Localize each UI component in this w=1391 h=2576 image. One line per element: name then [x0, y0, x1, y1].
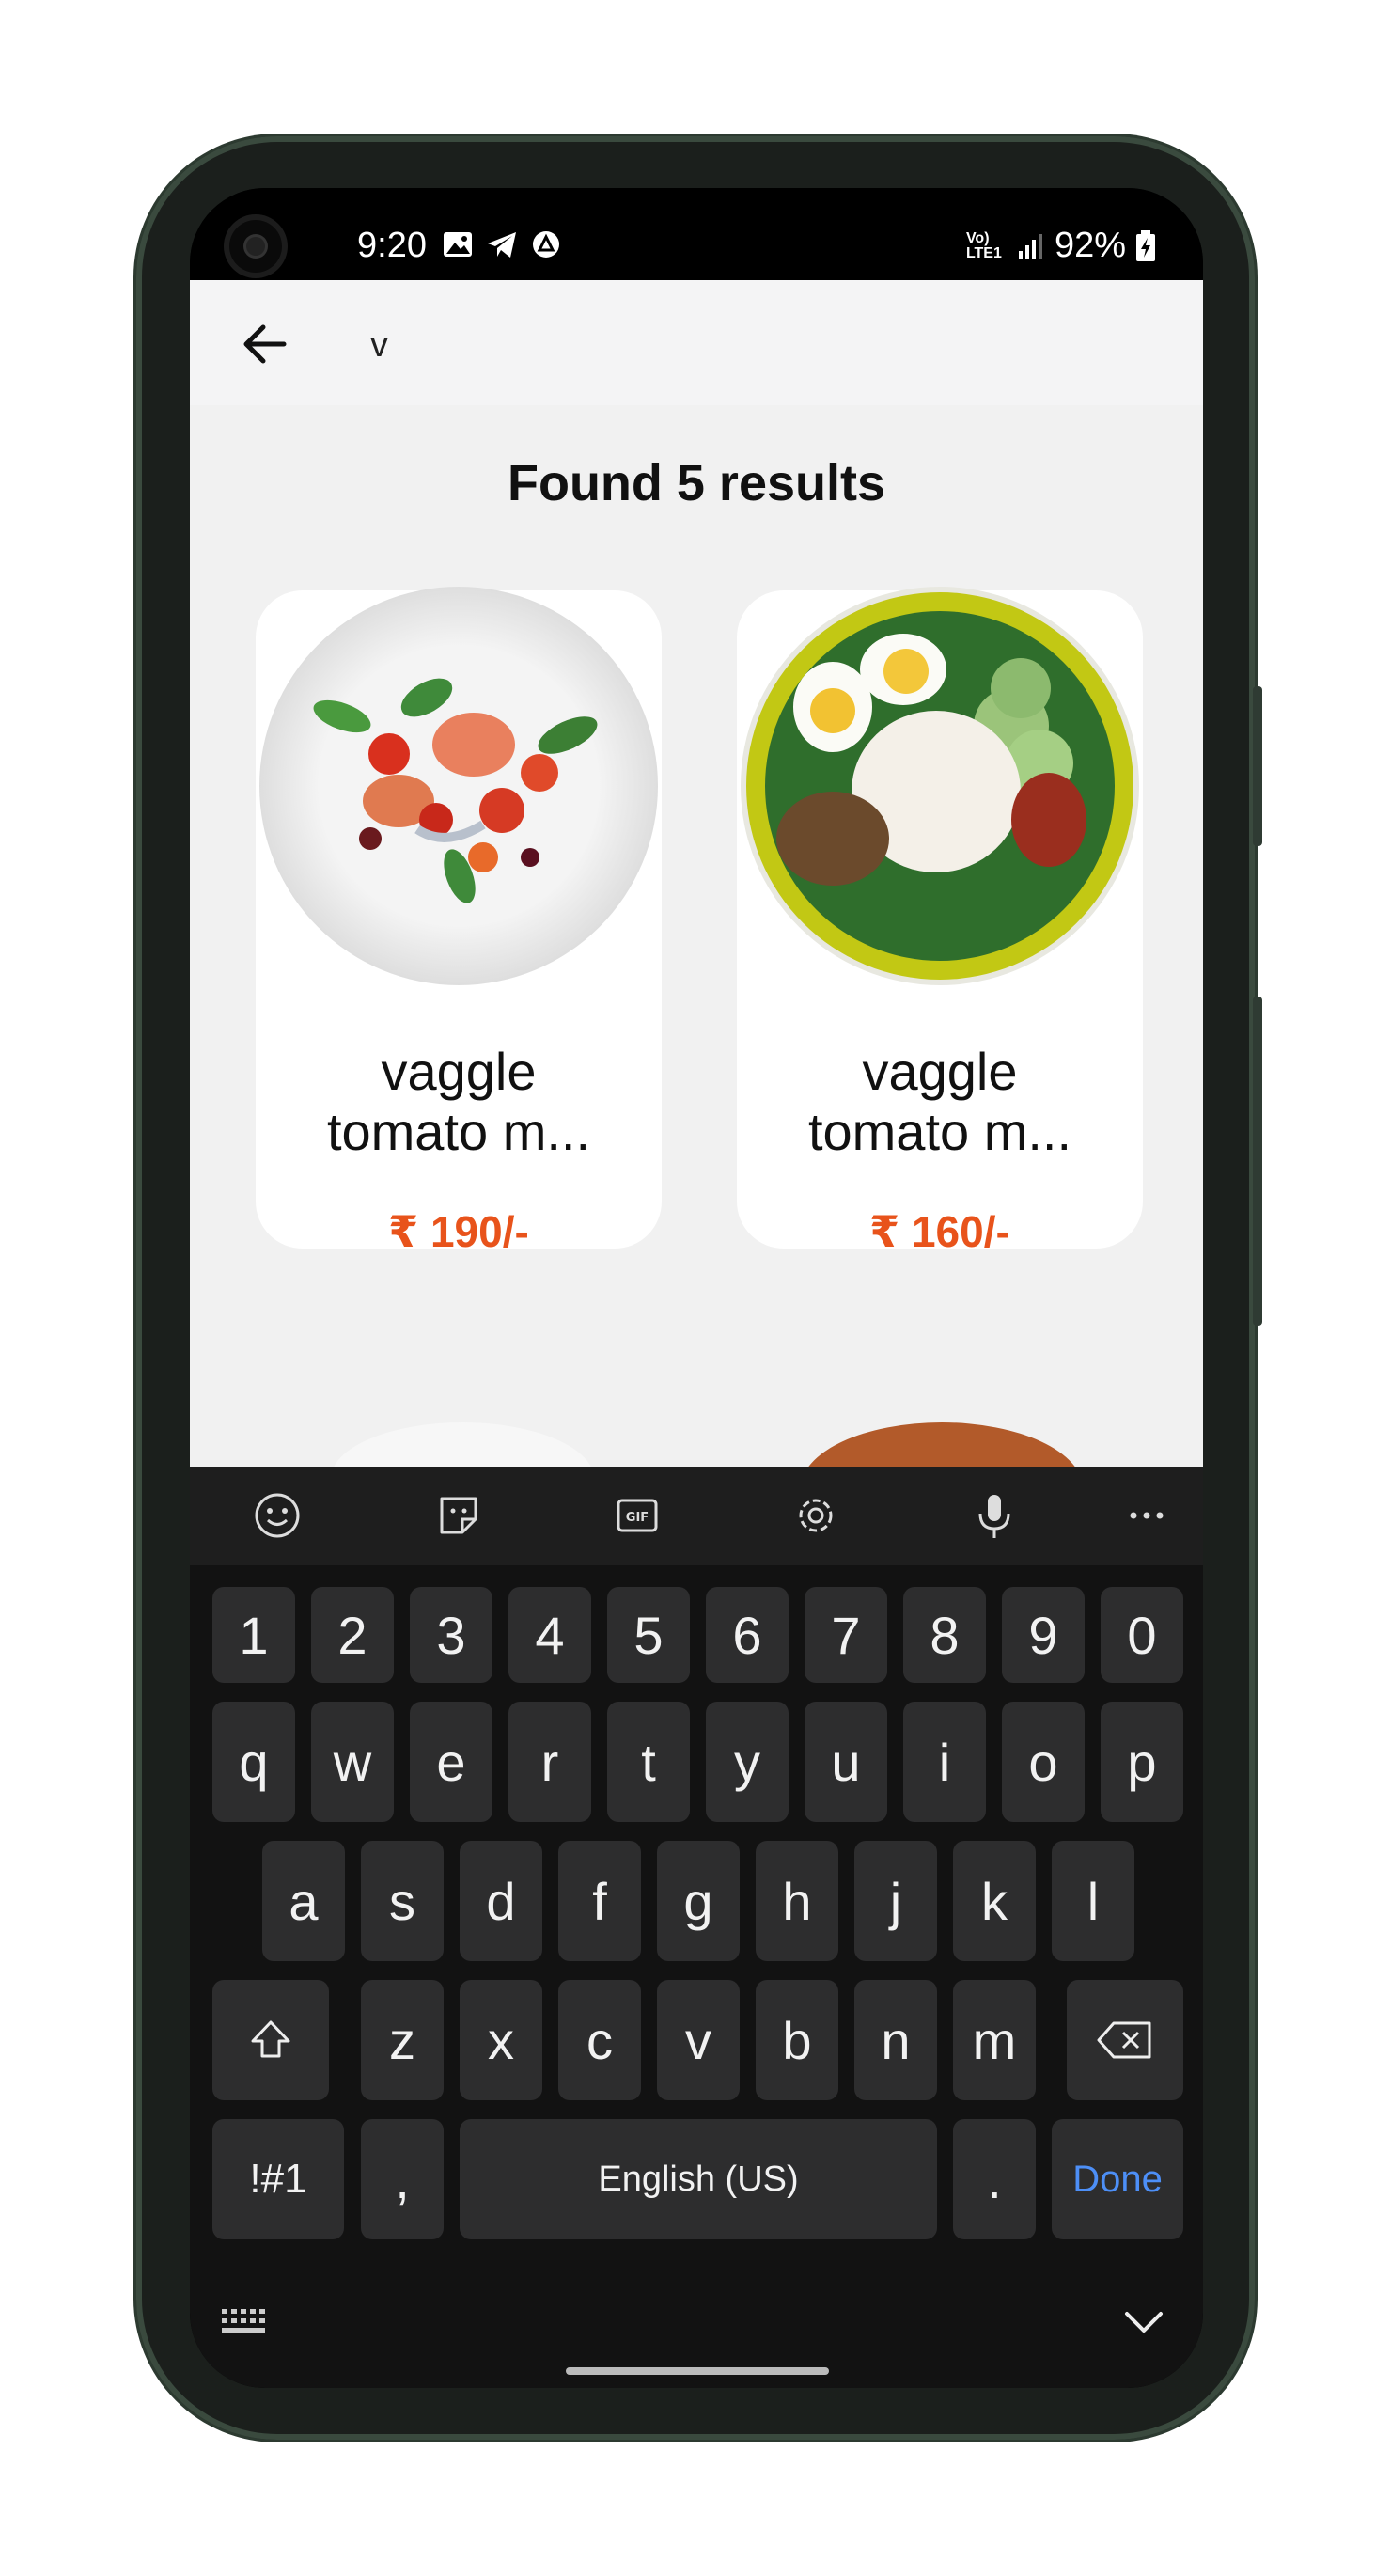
- key-2[interactable]: 2: [311, 1587, 394, 1683]
- key-u[interactable]: u: [805, 1702, 887, 1822]
- status-right: Vo) LTE1 92%: [966, 226, 1156, 266]
- sticker-icon[interactable]: [432, 1489, 485, 1542]
- search-results-screen: Found 5 results: [190, 280, 1203, 1467]
- search-bar: [190, 280, 1203, 405]
- period-key[interactable]: .: [953, 2119, 1036, 2239]
- microphone-icon[interactable]: [968, 1489, 1021, 1542]
- home-indicator[interactable]: [566, 2367, 829, 2375]
- key-x[interactable]: x: [460, 1980, 542, 2100]
- product-name: vaggle tomato m...: [774, 1042, 1105, 1162]
- keyboard: GIF 1 2 3 4 5 6 7 8 9 0 q w e r t y u i …: [190, 1467, 1203, 2388]
- key-l[interactable]: l: [1052, 1841, 1134, 1961]
- backspace-icon: [1097, 2021, 1151, 2059]
- key-v[interactable]: v: [657, 1980, 740, 2100]
- product-card[interactable]: vaggle tomato m... ₹ 160/-: [737, 587, 1143, 1256]
- key-y[interactable]: y: [706, 1702, 789, 1822]
- product-price: ₹ 160/-: [869, 1207, 1010, 1256]
- shift-key[interactable]: [212, 1980, 329, 2100]
- key-r[interactable]: r: [508, 1702, 591, 1822]
- product-name-line2: tomato m...: [807, 1102, 1072, 1161]
- key-q[interactable]: q: [212, 1702, 295, 1822]
- key-s[interactable]: s: [361, 1841, 444, 1961]
- key-6[interactable]: 6: [706, 1587, 789, 1683]
- comma-key[interactable]: ,: [361, 2119, 444, 2239]
- signal-icon: [1018, 233, 1042, 259]
- product-name-line1: vaggle: [381, 1042, 537, 1101]
- key-4[interactable]: 4: [508, 1587, 591, 1683]
- key-a[interactable]: a: [262, 1841, 345, 1961]
- space-key[interactable]: English (US): [460, 2119, 937, 2239]
- key-k[interactable]: k: [953, 1841, 1036, 1961]
- key-p[interactable]: p: [1101, 1702, 1183, 1822]
- power-button: [1253, 997, 1262, 1326]
- more-options-icon[interactable]: [1120, 1489, 1173, 1542]
- key-m[interactable]: m: [953, 1980, 1036, 2100]
- gif-icon[interactable]: GIF: [611, 1489, 664, 1542]
- key-d[interactable]: d: [460, 1841, 542, 1961]
- status-time: 9:20: [357, 226, 427, 265]
- keyboard-switch-icon[interactable]: [218, 2303, 274, 2341]
- key-e[interactable]: e: [410, 1702, 492, 1822]
- product-card[interactable]: vaggle tomato m... ₹ 190/-: [256, 587, 662, 1256]
- settings-gear-icon[interactable]: [789, 1489, 842, 1542]
- key-3[interactable]: 3: [410, 1587, 492, 1683]
- product-card-partial: [331, 1422, 594, 1467]
- search-input[interactable]: [368, 316, 1124, 374]
- product-price: ₹ 190/-: [388, 1207, 529, 1256]
- rice-dish-image: [741, 587, 1139, 985]
- keyboard-toolbar: GIF: [190, 1467, 1203, 1565]
- symbols-key[interactable]: !#1: [212, 2119, 344, 2239]
- key-c[interactable]: c: [558, 1980, 641, 2100]
- key-f[interactable]: f: [558, 1841, 641, 1961]
- key-5[interactable]: 5: [607, 1587, 690, 1683]
- key-i[interactable]: i: [903, 1702, 986, 1822]
- backspace-key[interactable]: [1067, 1980, 1183, 2100]
- key-0[interactable]: 0: [1101, 1587, 1183, 1683]
- done-key[interactable]: Done: [1052, 2119, 1183, 2239]
- gallery-icon: [444, 232, 472, 257]
- battery-charging-icon: [1136, 229, 1155, 261]
- svg-text:GIF: GIF: [626, 1511, 649, 1525]
- results-count-title: Found 5 results: [507, 455, 886, 511]
- key-w[interactable]: w: [311, 1702, 394, 1822]
- status-bar: 9:20 Vo) LTE1 92%: [190, 188, 1203, 280]
- key-j[interactable]: j: [854, 1841, 937, 1961]
- network-label: Vo) LTE1: [965, 229, 1002, 261]
- key-n[interactable]: n: [854, 1980, 937, 2100]
- product-card-partial-image: [801, 1422, 1083, 1467]
- key-g[interactable]: g: [657, 1841, 740, 1961]
- front-camera: [229, 220, 282, 273]
- key-z[interactable]: z: [361, 1980, 444, 2100]
- app-notification-icon: [533, 231, 559, 258]
- back-arrow-icon[interactable]: [237, 318, 293, 370]
- key-t[interactable]: t: [607, 1702, 690, 1822]
- key-h[interactable]: h: [756, 1841, 838, 1961]
- shift-arrow-icon: [251, 2020, 290, 2058]
- key-8[interactable]: 8: [903, 1587, 986, 1683]
- salad-dish-image: [259, 587, 658, 985]
- battery-percent: 92%: [1054, 226, 1126, 265]
- telegram-icon: [488, 232, 516, 258]
- product-name-line1: vaggle: [862, 1042, 1018, 1101]
- product-name-line2: tomato m...: [326, 1102, 591, 1161]
- key-o[interactable]: o: [1002, 1702, 1085, 1822]
- screen: 9:20 Vo) LTE1 92% v Found 5 results vagg…: [190, 188, 1203, 2388]
- key-7[interactable]: 7: [805, 1587, 887, 1683]
- volume-button: [1253, 686, 1262, 846]
- key-9[interactable]: 9: [1002, 1587, 1085, 1683]
- key-1[interactable]: 1: [212, 1587, 295, 1683]
- emoji-icon[interactable]: [251, 1489, 304, 1542]
- hide-keyboard-chevron-down-icon[interactable]: [1116, 2299, 1172, 2346]
- key-b[interactable]: b: [756, 1980, 838, 2100]
- product-name: vaggle tomato m...: [293, 1042, 624, 1162]
